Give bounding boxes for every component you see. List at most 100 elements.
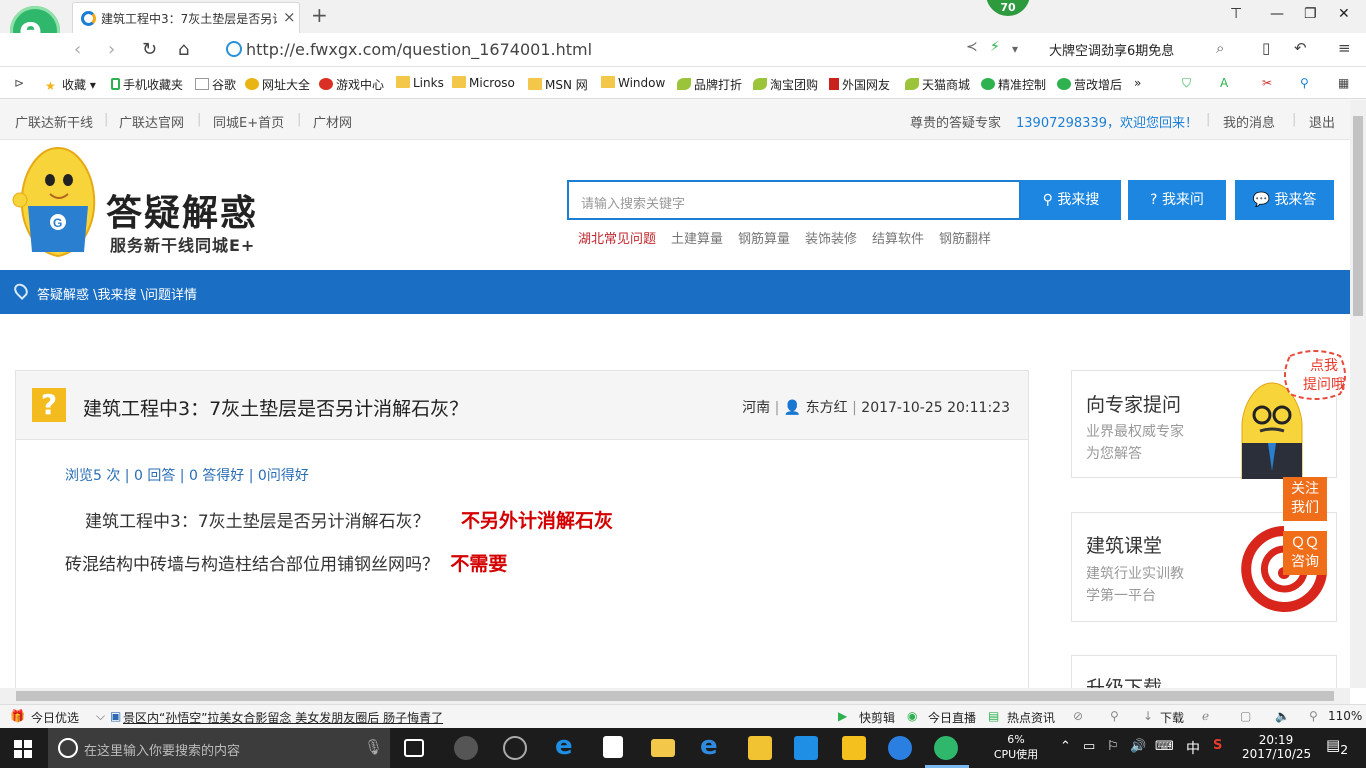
url-text[interactable]: http://e.fwxgx.com/question_1674001.html [246,40,592,59]
hot-link-decoration[interactable]: 装饰装修 [805,228,857,247]
search-input[interactable]: 请输入搜索关键字 [567,180,1021,220]
hot-link-civil[interactable]: 土建算量 [671,228,723,247]
action-center-icon[interactable]: ▤2 [1326,736,1348,757]
hot-link-hubei[interactable]: 湖北常见问题 [578,228,656,247]
app-plus-icon[interactable] [794,736,818,760]
ask-bubble-text[interactable]: 点我 提问哦 [1296,357,1350,395]
address-bar[interactable]: http://e.fwxgx.com/question_1674001.html [222,37,942,63]
refresh-icon[interactable]: ↻ [142,39,157,60]
answer-button[interactable]: 💬 我来答 [1235,180,1334,220]
flash-icon[interactable]: ⚡ [990,39,1000,55]
sidebar-toggle-icon[interactable]: ⊳ [14,76,24,90]
cpu-usage-widget[interactable]: 6% CPU使用 [992,733,1040,762]
mascot-logo-icon[interactable]: G [12,146,104,260]
battery-icon[interactable]: ▭ [1083,739,1095,754]
show-hidden-icons[interactable]: ⌃ [1060,739,1071,754]
fav-item-tmall[interactable]: 天猫商城 [905,76,970,93]
promo-text[interactable]: 大牌空调劲享6期免息 [1049,40,1174,59]
shield-icon[interactable]: ⛉ [1182,76,1191,91]
translate-icon[interactable]: A [1220,76,1228,90]
fav-item-foreign[interactable]: 外国网友 [829,76,890,93]
forward-icon[interactable]: › [108,39,115,60]
today-picks[interactable]: 今日优选 [31,709,79,726]
grid-icon[interactable]: ▦ [1338,76,1349,90]
notes-app-icon[interactable] [748,736,772,760]
ie-icon[interactable]: e [700,731,724,761]
fav-item-collect[interactable]: ★ 收藏 ▾ [45,76,96,93]
search-button[interactable]: ⚲ 我来搜 [1021,180,1121,220]
fav-item-brand[interactable]: 品牌打折 [677,76,742,93]
home-icon[interactable]: ⌂ [178,39,189,60]
qa-app-icon[interactable] [842,736,866,760]
download-link[interactable]: 下载 [1160,709,1184,726]
horizontal-scrollbar[interactable] [0,688,1350,704]
hot-link-rebar[interactable]: 钢筋算量 [738,228,790,247]
qq-consult-button[interactable]: ＱＱ 咨询 [1283,531,1327,575]
app-pinwheel-icon[interactable] [454,736,478,760]
window-icon[interactable]: ▢ [1240,709,1251,723]
share-icon[interactable]: ≺ [966,39,978,55]
live-link[interactable]: 今日直播 [928,709,976,726]
hot-news-link[interactable]: 热点资讯 [1007,709,1055,726]
scroll-thumb[interactable] [1353,116,1363,316]
follow-us-button[interactable]: 关注 我们 [1283,477,1327,521]
notification-badge[interactable]: 70 [986,0,1030,16]
menu-icon[interactable]: ≡ [1338,39,1351,57]
more-favorites-icon[interactable]: » [1134,76,1141,90]
browser-tab-active[interactable]: 建筑工程中3：7灰土垫层是否另计消解石灰 × [72,2,300,33]
scroll-thumb[interactable] [16,691,1334,701]
windows-start-icon[interactable] [14,740,32,758]
fav-folder-msn[interactable]: MSN 网 [528,76,588,93]
microphone-icon[interactable]: 🎙 [364,738,383,756]
app-g-icon[interactable] [888,736,912,760]
fav-item-google[interactable]: 谷歌 [195,76,236,93]
new-tab-button[interactable]: + [311,3,328,27]
fav-folder-windows[interactable]: Window [601,76,665,90]
skin-icon[interactable]: ⊤ [1230,6,1242,22]
chevron-down-icon[interactable]: ⌵ [96,709,105,724]
store-icon[interactable] [603,736,623,758]
fav-folder-microsoft[interactable]: Microso [452,76,515,90]
taskbar-search-input[interactable]: 在这里输入你要搜索的内容 🎙 [48,728,390,768]
ime-indicator[interactable]: 中 [1186,738,1200,758]
vertical-scrollbar[interactable] [1350,100,1366,688]
chevron-down-icon[interactable]: ▾ [1012,42,1018,56]
zoom-level[interactable]: 110% [1328,709,1362,723]
clock[interactable]: 20:19 2017/10/25 [1242,733,1311,761]
hot-link-settlement[interactable]: 结算软件 [872,228,924,247]
logout-link[interactable]: 退出 [1309,112,1335,131]
my-messages-link[interactable]: 我的消息 [1223,112,1275,131]
task-view-icon[interactable] [404,739,424,757]
pin-icon[interactable]: ⚲ [1110,709,1119,723]
back-icon[interactable]: ‹ [74,39,81,60]
question-author[interactable]: 东方红 [806,400,848,416]
topnav-link-glodon-xgx[interactable]: 广联达新干线 [15,112,93,131]
maximize-icon[interactable]: ❐ [1304,6,1317,22]
fav-item-taobao[interactable]: 淘宝团购 [753,76,818,93]
speed-icon[interactable]: ⊘ [1073,709,1083,723]
topnav-link-home[interactable]: 同城E+首页 [213,112,284,131]
keyboard-icon[interactable]: ⌨ [1155,739,1174,754]
news-ticker-link[interactable]: 景区内“孙悟空”拉美女合影留念 美女发朋友圈后 肠子悔青了 [123,709,443,726]
brand-title[interactable]: 答疑解惑 [106,184,258,236]
phone-icon[interactable]: ▯ [1262,39,1270,57]
quick-edit-link[interactable]: 快剪辑 [859,709,895,726]
ask-button[interactable]: ? 我来问 [1128,180,1226,220]
fav-item-games[interactable]: 游戏中心 [319,76,384,93]
fav-item-tax[interactable]: 营改增后 [1057,76,1122,93]
minimize-icon[interactable]: — [1270,6,1284,22]
fav-item-hao[interactable]: 网址大全 [245,76,310,93]
volume-icon[interactable]: 🔊 [1130,739,1146,754]
breadcrumb-text[interactable]: 答疑解惑 \我来搜 \问题详情 [37,284,197,303]
network-icon[interactable]: ⚐ [1107,739,1119,754]
close-window-icon[interactable]: ✕ [1338,6,1350,22]
fav-item-mobile[interactable]: 手机收藏夹 [111,76,183,93]
fav-folder-links[interactable]: Links [396,76,444,90]
upgrade-download-card[interactable]: 升级下载 [1071,655,1337,688]
app-spiral-icon[interactable] [503,736,527,760]
edge-browser-icon[interactable]: e [555,731,579,761]
search-icon[interactable]: ⌕ [1216,39,1224,57]
greeting-user[interactable]: 13907298339，欢迎您回来！ [1016,112,1198,131]
fav-item-control[interactable]: 精准控制 [981,76,1046,93]
tab-close-icon[interactable]: × [283,8,296,26]
